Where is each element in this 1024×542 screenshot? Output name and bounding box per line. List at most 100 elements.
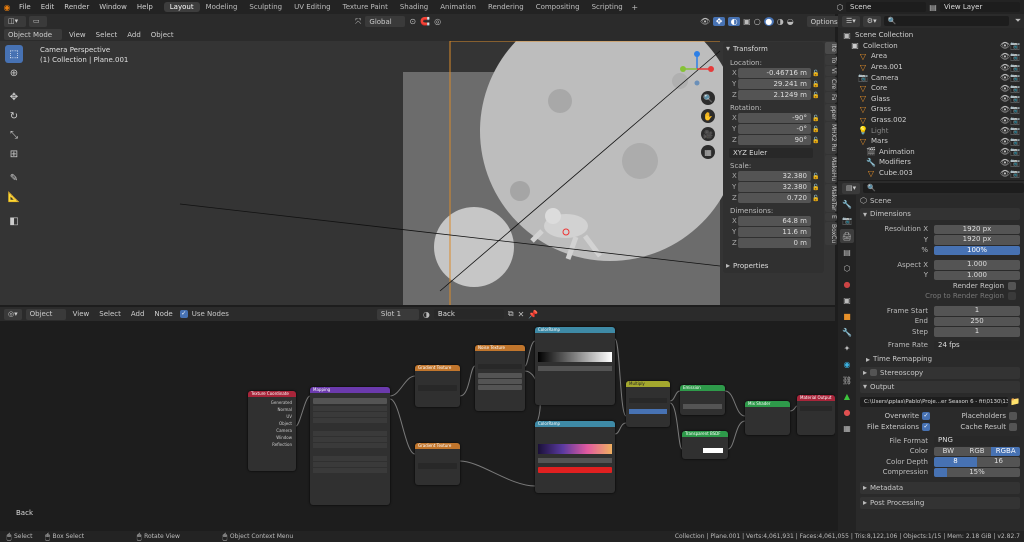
material-icon[interactable]: ◑ xyxy=(423,310,430,319)
outliner-display-mode[interactable]: ⚙▾ xyxy=(862,15,881,27)
folder-icon[interactable]: 📁 xyxy=(1010,397,1020,406)
render-camera-icon[interactable]: 📷 xyxy=(1010,41,1020,50)
texture-tab-icon[interactable]: ▦ xyxy=(840,421,854,435)
tool-tab-icon[interactable]: 🔧 xyxy=(840,197,854,211)
delete-material-icon[interactable]: ✕ xyxy=(518,310,525,319)
colorramp-gradient-sky[interactable] xyxy=(538,444,612,454)
lock-icon[interactable]: 🔓 xyxy=(811,137,821,144)
xray-icon[interactable]: ▣ xyxy=(743,17,751,26)
select-box-tool-icon[interactable]: ⬚ xyxy=(5,45,23,63)
render-camera-icon[interactable]: 📷 xyxy=(1010,158,1020,167)
move-tool-icon[interactable]: ✥ xyxy=(5,88,23,106)
tab-animation[interactable]: Animation xyxy=(434,2,482,12)
menu-render[interactable]: Render xyxy=(59,3,94,11)
tab-layout[interactable]: Layout xyxy=(163,2,200,12)
aspect-x-field[interactable]: 1.000 xyxy=(934,260,1020,270)
menu-edit[interactable]: Edit xyxy=(36,3,60,11)
location-z-field[interactable]: 2.1249 m xyxy=(738,90,811,100)
render-camera-icon[interactable]: 📷 xyxy=(1010,63,1020,72)
time-remapping-header[interactable]: ▸ Time Remapping xyxy=(860,354,1020,365)
visibility-eye-icon[interactable]: 👁 xyxy=(1000,105,1010,114)
viewport-menu-object[interactable]: Object xyxy=(148,31,177,39)
node-menu-view[interactable]: View xyxy=(70,310,93,318)
tab-fa[interactable]: Fa xyxy=(825,92,837,103)
overwrite-checkbox[interactable]: ✓ xyxy=(922,412,930,420)
outliner-item[interactable]: 🔧 Modifiers 👁 📷 xyxy=(842,157,1024,168)
visibility-eye-icon[interactable]: 👁 xyxy=(1000,169,1010,178)
output-path-field[interactable]: C:\Users\pplas\Pablo\Proje...er Season 6… xyxy=(860,396,1008,407)
dimensions-panel-header[interactable]: ▾ Dimensions xyxy=(860,208,1020,220)
scene-field[interactable]: Scene xyxy=(846,2,926,12)
node-emission[interactable]: Emission xyxy=(680,385,725,415)
outliner-item[interactable]: ▽ Glass 👁 📷 xyxy=(842,94,1024,105)
node-gradient-texture-1[interactable]: Gradient Texture xyxy=(415,365,460,407)
snap-icon[interactable]: 🧲 xyxy=(420,17,430,26)
node-texture-coordinate[interactable]: Texture Coordinate Generated Normal UV Obje… xyxy=(248,391,296,471)
tab-e[interactable]: E xyxy=(825,213,837,222)
color-rgb-button[interactable]: RGB xyxy=(962,446,992,456)
output-panel-header[interactable]: ▾ Output xyxy=(860,380,1020,393)
node-transparent-bsdf[interactable]: Transparent BSDF xyxy=(682,431,728,459)
measure-tool-icon[interactable]: 📐 xyxy=(5,188,23,206)
resolution-x-field[interactable]: 1920 px xyxy=(934,224,1020,234)
frame-start-field[interactable]: 1 xyxy=(934,306,1020,316)
stereoscopy-header[interactable]: ▸ Stereoscopy xyxy=(860,366,1020,379)
modifier-tab-icon[interactable]: 🔧 xyxy=(840,325,854,339)
outliner-item[interactable]: 🎬 Animation 👁 📷 xyxy=(842,147,1024,158)
tab-makehuman[interactable]: MakeHu xyxy=(825,154,837,183)
transform-orientation-dropdown[interactable]: Global xyxy=(365,16,406,27)
view-layer-icon[interactable]: ▤ xyxy=(926,3,940,12)
viewport-menu-select[interactable]: Select xyxy=(93,31,121,39)
dimension-x-field[interactable]: 64.8 m xyxy=(738,216,811,226)
dimension-z-field[interactable]: 0 m xyxy=(738,238,811,248)
tab-mhx2[interactable]: MHX2 Ru xyxy=(825,122,837,154)
rotate-tool-icon[interactable]: ↻ xyxy=(5,107,23,125)
outliner-item[interactable]: ▽ Mars 👁 📷 xyxy=(842,136,1024,147)
visibility-eye-icon[interactable]: 👁 xyxy=(1000,84,1010,93)
render-camera-icon[interactable]: 📷 xyxy=(1010,73,1020,82)
file-extensions-checkbox[interactable]: ✓ xyxy=(922,423,930,431)
node-noise-texture[interactable]: Noise Texture xyxy=(475,345,525,411)
tab-shading[interactable]: Shading xyxy=(394,2,434,12)
node-mix-shader[interactable]: Mix Shader xyxy=(745,401,790,435)
view-layer-tab-icon[interactable]: ▤ xyxy=(840,245,854,259)
visibility-icon[interactable]: 👁 xyxy=(700,17,710,26)
depth-16-button[interactable]: 16 xyxy=(977,457,1020,467)
lock-icon[interactable]: 🔓 xyxy=(811,81,821,88)
visibility-eye-icon[interactable]: 👁 xyxy=(1000,63,1010,72)
selection-mode-button[interactable]: ▭ xyxy=(29,15,47,27)
resolution-percentage-slider[interactable]: 100% xyxy=(934,245,1020,255)
cursor-tool-icon[interactable]: ⊕ xyxy=(5,64,23,82)
stereoscopy-checkbox[interactable] xyxy=(870,369,878,376)
outliner-item[interactable]: ▣ Collection 👁 📷 xyxy=(842,41,1024,52)
scale-tool-icon[interactable]: ⤡ xyxy=(5,126,23,144)
zoom-icon[interactable]: 🔍 xyxy=(701,91,715,105)
properties-panel-header[interactable]: ▸ Properties xyxy=(723,259,824,272)
lock-icon[interactable]: 🔓 xyxy=(811,70,821,77)
transform-panel-header[interactable]: ▾ Transform xyxy=(726,42,821,55)
scale-x-field[interactable]: 32.380 xyxy=(738,171,811,181)
pivot-icon[interactable]: ⊙ xyxy=(409,17,416,26)
navigation-gizmo[interactable] xyxy=(677,49,717,89)
visibility-eye-icon[interactable]: 👁 xyxy=(1000,158,1010,167)
visibility-eye-icon[interactable]: 👁 xyxy=(1000,52,1010,61)
perspective-toggle-icon[interactable]: ▦ xyxy=(701,145,715,159)
scale-z-field[interactable]: 0.720 xyxy=(738,193,811,203)
tab-tool[interactable]: To xyxy=(825,54,837,66)
scale-y-field[interactable]: 32.380 xyxy=(738,182,811,192)
viewport-menu-add[interactable]: Add xyxy=(124,31,144,39)
render-camera-icon[interactable]: 📷 xyxy=(1010,116,1020,125)
node-menu-node[interactable]: Node xyxy=(151,310,175,318)
node-colorramp-2[interactable]: ColorRamp xyxy=(535,421,615,493)
file-format-dropdown[interactable]: PNG xyxy=(934,436,1020,446)
outliner-item[interactable]: ▽ Core 👁 📷 xyxy=(842,83,1024,94)
crop-checkbox[interactable] xyxy=(1008,292,1016,301)
world-tab-icon[interactable]: ● xyxy=(840,277,854,291)
node-editor[interactable]: Texture Coordinate Generated Normal UV Obje… xyxy=(0,321,835,531)
properties-editor-type[interactable]: ▤▾ xyxy=(842,182,861,194)
visibility-eye-icon[interactable]: 👁 xyxy=(1000,137,1010,146)
collection-tab-icon[interactable]: ▣ xyxy=(840,293,854,307)
editor-type-button[interactable]: ◫▾ xyxy=(4,15,26,27)
metadata-header[interactable]: ▸ Metadata xyxy=(860,481,1020,494)
use-nodes-checkbox[interactable]: ✓ xyxy=(179,310,188,318)
